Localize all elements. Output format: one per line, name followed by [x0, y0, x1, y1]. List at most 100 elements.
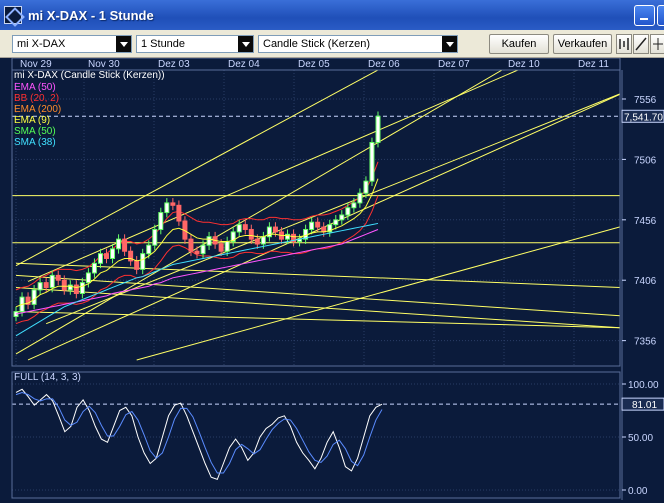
window-titlebar: mi X-DAX - 1 Stunde: [0, 0, 664, 30]
legend-item: SMA (50): [14, 126, 56, 137]
candle-body: [375, 115, 381, 143]
candle-body: [97, 253, 103, 264]
maximize-button[interactable]: [657, 5, 664, 26]
y-tick-label: 7556: [634, 95, 657, 106]
x-tick-label: Dez 05: [298, 59, 330, 70]
candle-body: [73, 284, 79, 295]
chart-area[interactable]: Nov 29 Nov 30 Dez 03 Dez 04 Dez 05 Dez 06 Dez …: [0, 0, 664, 500]
interval-select-value: 1 Stunde: [141, 38, 186, 50]
x-tick-label: Dez 11: [578, 59, 609, 70]
candle-body: [37, 282, 43, 291]
candle-body: [218, 243, 224, 252]
window-title: mi X-DAX - 1 Stunde: [28, 7, 154, 23]
candle-body: [345, 207, 351, 216]
candle-body: [43, 282, 49, 288]
oscillator-title: FULL (14, 3, 3): [14, 372, 81, 383]
instrument-select[interactable]: mi X-DAX: [12, 35, 132, 53]
x-tick-label: Dez 03: [158, 59, 190, 70]
y-tick-label: 7506: [634, 155, 657, 166]
legend-item: EMA (200): [14, 104, 62, 115]
candle-body: [61, 279, 67, 291]
candle-body: [339, 214, 345, 221]
candle-body: [242, 224, 248, 230]
candle-body: [369, 141, 375, 182]
osc-y-tick-label: 50.00: [628, 433, 653, 444]
candle-body: [333, 219, 339, 226]
candle-body: [351, 202, 357, 209]
x-tick-label: Dez 04: [228, 59, 260, 70]
candle-body: [206, 236, 212, 246]
candle-body: [122, 238, 128, 252]
x-tick-label: Dez 10: [508, 59, 540, 70]
chart-type-select[interactable]: Candle Stick (Kerzen): [258, 35, 458, 53]
candle-body: [55, 274, 61, 281]
y-tick-label: 7456: [634, 216, 657, 227]
candle-body: [31, 289, 37, 305]
price-chart[interactable]: Nov 29 Nov 30 Dez 03 Dez 04 Dez 05 Dez 06 Dez …: [0, 0, 664, 500]
x-tick-label: Nov 30: [88, 59, 120, 70]
trend-line: [15, 286, 621, 329]
candle-body: [260, 236, 266, 245]
candle-body: [363, 180, 369, 194]
minimize-button[interactable]: [634, 5, 655, 26]
candle-body: [194, 250, 200, 255]
legend-item: EMA (9): [14, 115, 51, 126]
bar-chart-icon[interactable]: [616, 34, 632, 54]
chevron-down-icon[interactable]: [238, 36, 253, 52]
crosshair-icon[interactable]: [650, 34, 664, 54]
candle-body: [315, 221, 321, 228]
candle-body: [272, 226, 278, 233]
candle-body: [357, 192, 363, 204]
chevron-down-icon[interactable]: [116, 36, 131, 52]
indicator-header: mi X-DAX (Candle Stick (Kerzen)): [14, 70, 165, 81]
x-tick-label: Nov 29: [20, 59, 52, 70]
candle-body: [79, 282, 85, 295]
sell-button[interactable]: Verkaufen: [553, 34, 612, 54]
osc-y-tick-label: 100.00: [628, 380, 659, 391]
x-tick-label: Dez 06: [368, 59, 400, 70]
candle-body: [140, 253, 146, 270]
legend-item: BB (20, 2): [14, 93, 60, 104]
trendline-icon[interactable]: [633, 34, 649, 54]
osc-y-tick-label: 0.00: [628, 486, 648, 497]
osc-K-line: [15, 388, 383, 481]
trend-line: [15, 262, 621, 288]
legend-item: SMA (38): [14, 137, 56, 148]
chart-type-select-value: Candle Stick (Kerzen): [263, 38, 370, 50]
candle-body: [116, 238, 122, 250]
y-tick-label: 7356: [634, 337, 657, 348]
candle-body: [170, 202, 176, 206]
sma38-line: [15, 222, 379, 337]
candle-body: [248, 228, 254, 240]
legend-item: EMA (50): [14, 82, 56, 93]
candle-body: [164, 202, 170, 214]
chevron-down-icon[interactable]: [442, 36, 457, 52]
candle-body: [146, 244, 152, 255]
interval-select[interactable]: 1 Stunde: [136, 35, 254, 53]
candle-body: [110, 248, 116, 259]
candle-body: [200, 244, 206, 255]
candle-body: [309, 221, 315, 230]
x-tick-label: Dez 07: [438, 59, 470, 70]
y-tick-label: 7406: [634, 276, 657, 287]
candle-body: [254, 238, 260, 245]
app-icon: [4, 6, 22, 24]
buy-button[interactable]: Kaufen: [489, 34, 549, 54]
chart-toolbar: mi X-DAX 1 Stunde Candle Stick (Kerzen) …: [0, 30, 664, 58]
trend-line: [15, 0, 509, 267]
candle-body: [176, 204, 182, 222]
candle-body: [158, 212, 164, 230]
candle-body: [49, 274, 55, 288]
candle-body: [134, 260, 140, 270]
candle-body: [224, 241, 230, 252]
candle-body: [236, 224, 242, 233]
candle-body: [85, 272, 91, 284]
candle-body: [104, 253, 109, 259]
ema50-line: [15, 229, 379, 315]
candle-body: [188, 238, 194, 252]
oscillator-panel-frame: [11, 371, 621, 499]
osc-last-label: 81.01: [632, 400, 657, 411]
candle-body: [152, 228, 158, 246]
instrument-select-value: mi X-DAX: [17, 38, 66, 50]
trend-line: [15, 311, 621, 329]
